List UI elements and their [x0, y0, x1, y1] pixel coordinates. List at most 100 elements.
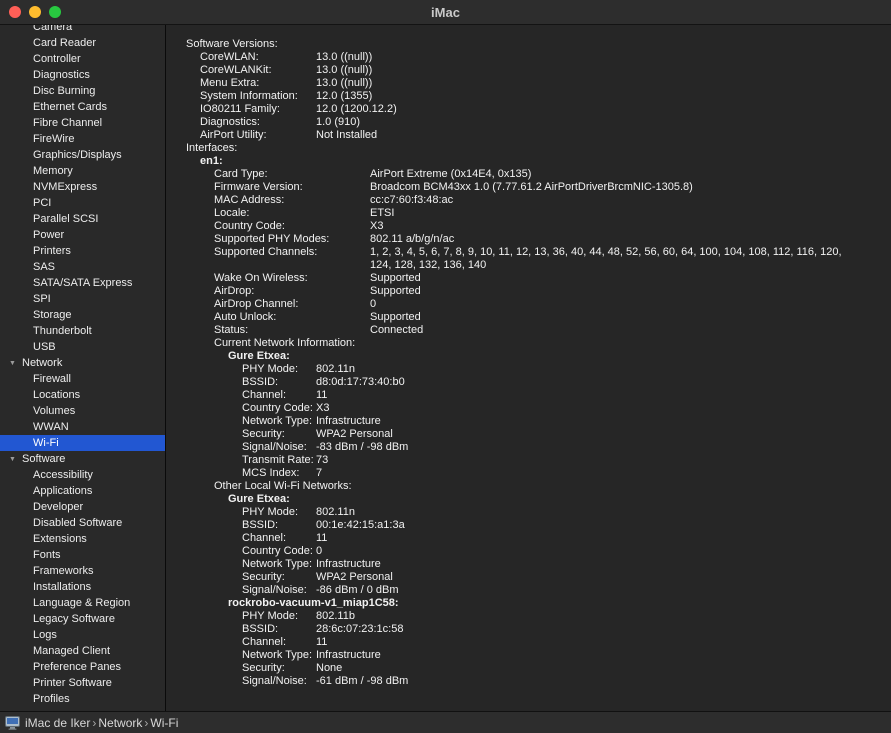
row-value	[370, 337, 865, 350]
sidebar-item-firewall[interactable]: Firewall	[0, 371, 165, 387]
sidebar-item-wi-fi[interactable]: Wi-Fi	[0, 435, 165, 451]
sidebar-item-managed-client[interactable]: Managed Client	[0, 643, 165, 659]
sidebar-item-graphics-displays[interactable]: Graphics/Displays	[0, 147, 165, 163]
row-label: Menu Extra:	[200, 77, 260, 89]
row-value	[370, 480, 865, 493]
disclosure-triangle-icon[interactable]: ▼	[9, 360, 18, 367]
sidebar-item-label: Software	[22, 453, 66, 465]
computer-icon	[5, 715, 20, 730]
report-row: Supported PHY Modes: 802.11 a/b/g/n/ac	[186, 233, 865, 246]
row-label: IO80211 Family:	[200, 103, 280, 115]
row-value: 11	[316, 636, 328, 648]
report-row: en1:	[186, 155, 865, 168]
row-value	[316, 38, 865, 51]
sidebar-item-nvmexpress[interactable]: NVMExpress	[0, 179, 165, 195]
sidebar-item-frameworks[interactable]: Frameworks	[0, 563, 165, 579]
row-label: AirDrop Channel:	[214, 298, 299, 310]
report-pane[interactable]: Software Versions: CoreWLAN: 13.0 ((null))…	[167, 25, 891, 711]
sidebar-item-logs[interactable]: Logs	[0, 627, 165, 643]
report-row: Signal/Noise: -83 dBm / -98 dBm	[186, 441, 865, 454]
report-row: PHY Mode: 802.11n	[186, 363, 865, 376]
sidebar-item-camera[interactable]: Camera	[0, 25, 165, 35]
sidebar-item-label: Parallel SCSI	[33, 213, 99, 225]
sidebar-item-controller[interactable]: Controller	[0, 51, 165, 67]
titlebar[interactable]: iMac	[0, 0, 891, 25]
disclosure-triangle-icon[interactable]: ▼	[9, 456, 18, 463]
report-row: BSSID: 00:1e:42:15:a1:3a	[186, 519, 865, 532]
report-row: Status: Connected	[186, 324, 865, 337]
sidebar-item-fonts[interactable]: Fonts	[0, 547, 165, 563]
sidebar-item-storage[interactable]: Storage	[0, 307, 165, 323]
sidebar-section-network[interactable]: ▼ Network	[0, 355, 165, 371]
sidebar-item-pci[interactable]: PCI	[0, 195, 165, 211]
minimize-button[interactable]	[29, 6, 41, 18]
sidebar-item-extensions[interactable]: Extensions	[0, 531, 165, 547]
sidebar[interactable]: Camera Card Reader Controller Diagnostics Di…	[0, 25, 166, 711]
sidebar-item-label: Network	[22, 357, 63, 369]
sidebar-item-thunderbolt[interactable]: Thunderbolt	[0, 323, 165, 339]
sidebar-item-label: Fibre Channel	[33, 117, 103, 129]
sidebar-item-applications[interactable]: Applications	[0, 483, 165, 499]
breadcrumb-item[interactable]: iMac de Iker	[25, 716, 90, 730]
close-button[interactable]	[9, 6, 21, 18]
sidebar-item-installations[interactable]: Installations	[0, 579, 165, 595]
row-label: Other Local Wi-Fi Networks:	[214, 480, 352, 492]
sidebar-item-volumes[interactable]: Volumes	[0, 403, 165, 419]
report-row: Auto Unlock: Supported	[186, 311, 865, 324]
row-value: -83 dBm / -98 dBm	[316, 441, 409, 453]
row-value: Infrastructure	[316, 415, 381, 427]
report-row: AirDrop: Supported	[186, 285, 865, 298]
sidebar-item-profiles[interactable]: Profiles	[0, 691, 165, 707]
report-row: System Information: 12.0 (1355)	[186, 90, 865, 103]
sidebar-item-usb[interactable]: USB	[0, 339, 165, 355]
row-value: 13.0 ((null))	[316, 64, 373, 76]
sidebar-item-sas[interactable]: SAS	[0, 259, 165, 275]
sidebar-item-parallel-scsi[interactable]: Parallel SCSI	[0, 211, 165, 227]
sidebar-item-wwan[interactable]: WWAN	[0, 419, 165, 435]
sidebar-item-locations[interactable]: Locations	[0, 387, 165, 403]
sidebar-item-developer[interactable]: Developer	[0, 499, 165, 515]
sidebar-item-label: Storage	[33, 309, 72, 321]
report-row: Wake On Wireless: Supported	[186, 272, 865, 285]
row-label: BSSID:	[242, 376, 279, 388]
sidebar-item-power[interactable]: Power	[0, 227, 165, 243]
sidebar-item-ethernet-cards[interactable]: Ethernet Cards	[0, 99, 165, 115]
sidebar-item-label: Logs	[33, 629, 57, 641]
report-row: Channel: 11	[186, 389, 865, 402]
row-value: Connected	[370, 324, 424, 336]
breadcrumb-item[interactable]: Network	[98, 716, 142, 730]
row-value: 0	[316, 545, 323, 557]
sidebar-section-software[interactable]: ▼ Software	[0, 451, 165, 467]
sidebar-item-memory[interactable]: Memory	[0, 163, 165, 179]
sidebar-item-preference-panes[interactable]: Preference Panes	[0, 659, 165, 675]
sidebar-item-firewire[interactable]: FireWire	[0, 131, 165, 147]
row-value: 12.0 (1355)	[316, 90, 373, 102]
row-label: MCS Index:	[242, 467, 300, 479]
sidebar-item-disc-burning[interactable]: Disc Burning	[0, 83, 165, 99]
sidebar-item-language-region[interactable]: Language & Region	[0, 595, 165, 611]
sidebar-item-label: Developer	[33, 501, 84, 513]
sidebar-item-disabled-software[interactable]: Disabled Software	[0, 515, 165, 531]
sidebar-item-printers[interactable]: Printers	[0, 243, 165, 259]
sidebar-item-legacy-software[interactable]: Legacy Software	[0, 611, 165, 627]
row-label: Interfaces:	[186, 142, 238, 154]
sidebar-item-sata-sata-express[interactable]: SATA/SATA Express	[0, 275, 165, 291]
report-row: CoreWLAN: 13.0 ((null))	[186, 51, 865, 64]
report-row: Security: None	[186, 662, 865, 675]
sidebar-list: Camera Card Reader Controller Diagnostics Di…	[0, 25, 165, 707]
report-row: Diagnostics: 1.0 (910)	[186, 116, 865, 129]
row-value: 12.0 (1200.12.2)	[316, 103, 397, 115]
row-label: Network Type:	[242, 649, 313, 661]
row-label: Network Type:	[242, 558, 313, 570]
zoom-button[interactable]	[49, 6, 61, 18]
row-value: 7	[316, 467, 323, 479]
sidebar-item-printer-software[interactable]: Printer Software	[0, 675, 165, 691]
row-label: CoreWLAN:	[200, 51, 259, 63]
sidebar-item-diagnostics[interactable]: Diagnostics	[0, 67, 165, 83]
sidebar-item-accessibility[interactable]: Accessibility	[0, 467, 165, 483]
sidebar-item-card-reader[interactable]: Card Reader	[0, 35, 165, 51]
row-value: Infrastructure	[316, 649, 381, 661]
sidebar-item-fibre-channel[interactable]: Fibre Channel	[0, 115, 165, 131]
sidebar-item-spi[interactable]: SPI	[0, 291, 165, 307]
breadcrumb-item[interactable]: Wi-Fi	[150, 716, 178, 730]
